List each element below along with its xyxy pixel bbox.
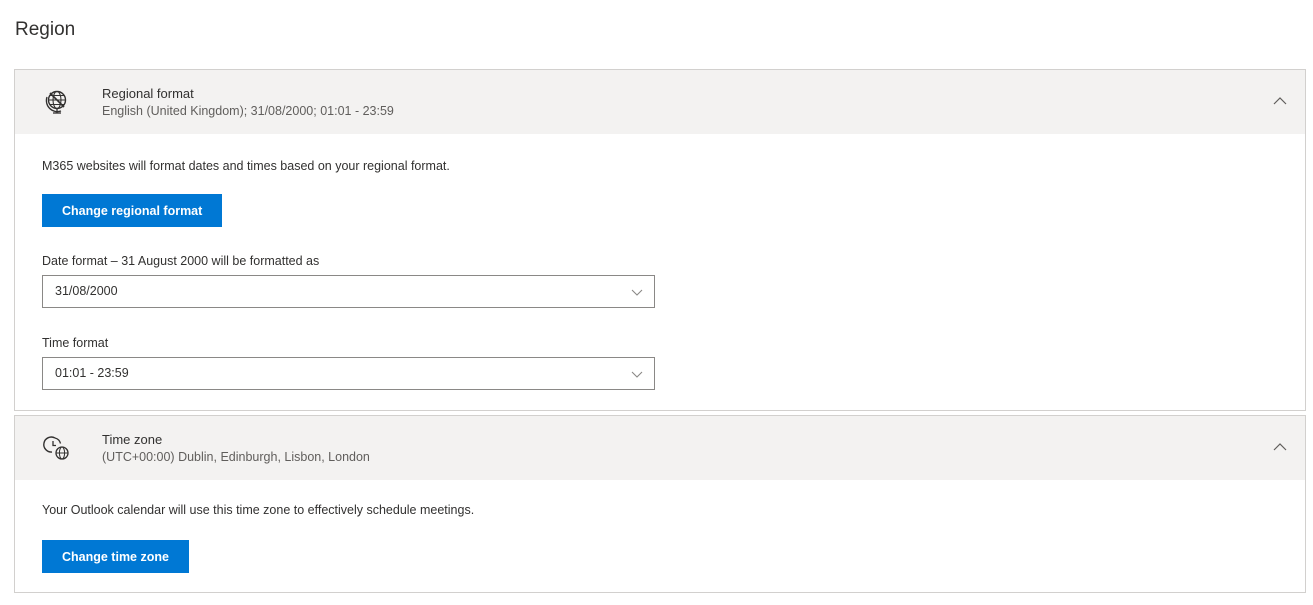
regional-format-title: Regional format (102, 86, 194, 101)
clock-globe-icon (41, 432, 73, 464)
time-format-select[interactable]: 01:01 - 23:59 (42, 357, 655, 390)
date-format-value: 31/08/2000 (55, 284, 118, 298)
regional-format-header[interactable]: Regional format English (United Kingdom)… (15, 70, 1305, 134)
chevron-up-icon[interactable] (1271, 92, 1289, 110)
time-zone-header[interactable]: Time zone (UTC+00:00) Dublin, Edinburgh,… (15, 416, 1305, 480)
time-zone-summary: (UTC+00:00) Dublin, Edinburgh, Lisbon, L… (102, 450, 370, 464)
time-zone-title: Time zone (102, 432, 163, 447)
chevron-down-icon (630, 367, 644, 381)
chevron-up-icon[interactable] (1271, 438, 1289, 456)
time-format-label: Time format (42, 336, 109, 350)
globe-crossed-icon (41, 86, 73, 118)
chevron-down-icon (630, 285, 644, 299)
regional-format-description: M365 websites will format dates and time… (42, 159, 450, 173)
date-format-select[interactable]: 31/08/2000 (42, 275, 655, 308)
regional-format-card: Regional format English (United Kingdom)… (14, 69, 1306, 411)
time-zone-card: Time zone (UTC+00:00) Dublin, Edinburgh,… (14, 415, 1306, 593)
regional-format-summary: English (United Kingdom); 31/08/2000; 01… (102, 104, 394, 118)
change-time-zone-button[interactable]: Change time zone (42, 540, 189, 573)
page-title: Region (15, 19, 76, 40)
time-zone-description: Your Outlook calendar will use this time… (42, 503, 475, 517)
regional-format-body: M365 websites will format dates and time… (15, 134, 1305, 410)
time-format-value: 01:01 - 23:59 (55, 366, 129, 380)
date-format-label: Date format – 31 August 2000 will be for… (42, 254, 320, 268)
change-regional-format-button[interactable]: Change regional format (42, 194, 223, 227)
time-zone-body: Your Outlook calendar will use this time… (15, 480, 1305, 592)
region-settings-page: Region Regional format English (United K… (0, 0, 1313, 605)
